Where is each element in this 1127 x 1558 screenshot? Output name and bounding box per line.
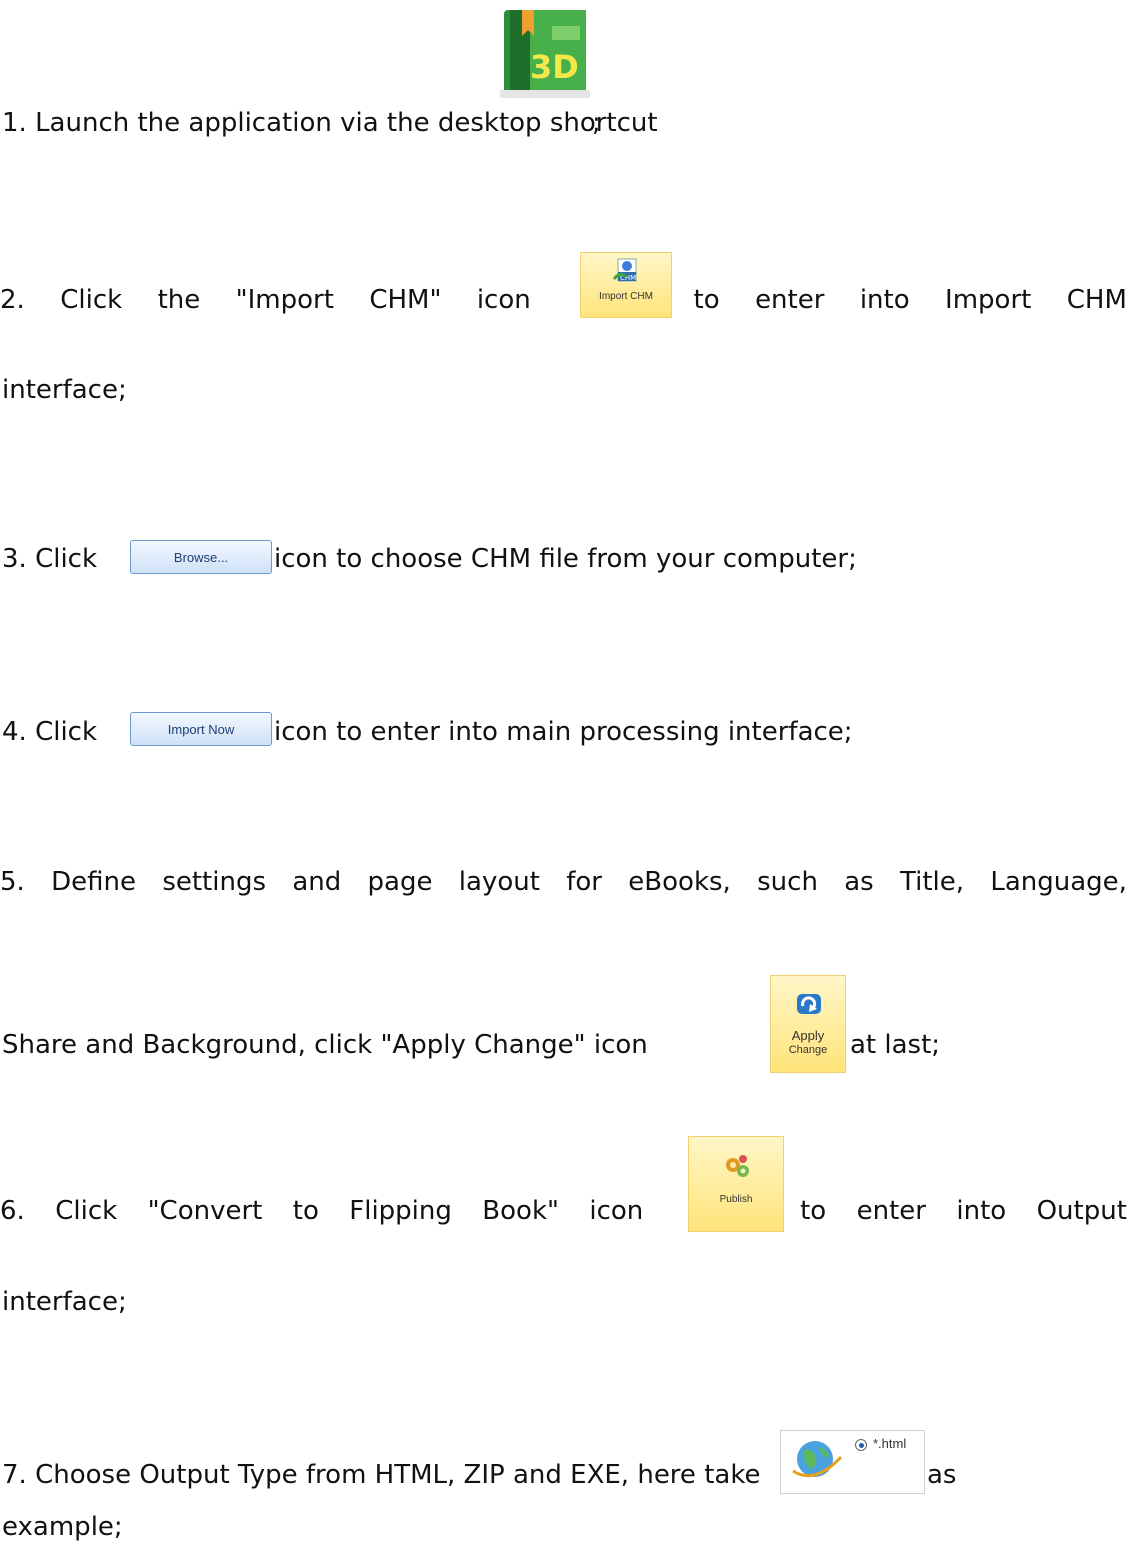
s2-w10: Import (945, 285, 1032, 315)
s6-w2: "Convert (147, 1196, 263, 1226)
change-label: Change (788, 1044, 828, 1056)
s6-w10: into (956, 1196, 1007, 1226)
radio-dot (858, 1442, 864, 1448)
s5-w9: as (844, 867, 874, 897)
step-1-text: 1. Launch the application via the deskto… (2, 108, 658, 138)
s2-w2: the (157, 285, 201, 315)
browse-label: Browse... (173, 549, 229, 565)
import-chm-label: Import CHM (599, 291, 653, 302)
s6-w0: 6. (0, 1196, 25, 1226)
browse-button[interactable]: Browse... (130, 540, 272, 574)
step-6-line-1: 6. Click "Convert to Flipping Book" icon… (0, 1194, 1127, 1228)
step-2-line-1: 2. Click the "Import CHM" icon to enter … (0, 283, 1127, 317)
s5-w6: for (566, 867, 602, 897)
import-chm-button[interactable]: CHM Import CHM (580, 252, 672, 318)
s6-w4: Flipping (349, 1196, 452, 1226)
step-5-line-2: Share and Background, click "Apply Chang… (2, 1028, 648, 1062)
s2-w5: icon (476, 285, 531, 315)
s2-w8: enter (755, 285, 825, 315)
s5-before: Share and Background, click "Apply Chang… (2, 1030, 648, 1060)
step-7-line-2: example; (2, 1510, 123, 1544)
s5-w2: settings (162, 867, 266, 897)
globe-icon (792, 1441, 843, 1478)
import-now-button[interactable]: Import Now (130, 712, 272, 746)
s2-w1: Click (60, 285, 123, 315)
s5-after: at last; (850, 1030, 941, 1060)
s6-w9: enter (856, 1196, 926, 1226)
import-chm-icon: CHM (612, 258, 637, 282)
s5-w4: page (367, 867, 433, 897)
s5-w11: Language, (990, 867, 1127, 897)
s2-w9: into (859, 285, 910, 315)
s7-after: as (927, 1460, 957, 1490)
step-4: 4. Click (2, 715, 97, 749)
s6-w8: to (800, 1196, 827, 1226)
step-1-semicolon: ; (592, 108, 601, 138)
html-option-label: *.html (873, 1436, 907, 1451)
s3-after: icon to choose CHM file from your comput… (274, 544, 857, 574)
s6-w1: Click (55, 1196, 118, 1226)
step-7: 7. Choose Output Type from HTML, ZIP and… (2, 1458, 760, 1492)
s2-w3: "Import (235, 285, 334, 315)
refresh-icon (797, 994, 821, 1014)
3d-app-icon[interactable]: 3D (500, 8, 590, 100)
s3-before: 3. Click (2, 544, 98, 574)
step-3-end: icon to choose CHM file from your comput… (274, 542, 857, 576)
step-4-end: icon to enter into main processing inter… (274, 715, 853, 749)
step-6-line-2: interface; (2, 1285, 127, 1319)
s5-w1: Define (51, 867, 136, 897)
s5-w7: eBooks, (628, 867, 731, 897)
s4-before: 4. Click (2, 717, 98, 747)
html-output-option[interactable]: *.html (780, 1430, 925, 1494)
s2-line2: interface; (2, 375, 127, 405)
apply-change-button[interactable]: Apply Change (770, 975, 846, 1073)
s5-w0: 5. (0, 867, 25, 897)
step-2-line-2: interface; (2, 373, 127, 407)
s5-w3: and (292, 867, 342, 897)
step-1-end: ; (592, 106, 601, 140)
s6-w5: Book" (482, 1196, 559, 1226)
s2-w11: CHM (1066, 285, 1127, 315)
gears-icon (726, 1155, 749, 1177)
s5-w10: Title, (900, 867, 965, 897)
s2-w0: 2. (0, 285, 25, 315)
s2-w4: CHM" (369, 285, 442, 315)
publish-label: Publish (719, 1194, 753, 1205)
apply-label: Apply (791, 1028, 825, 1043)
import-now-label: Import Now (167, 721, 235, 737)
step-5-line-1: 5. Define settings and page layout for e… (0, 865, 1127, 899)
step-1: 1. Launch the application via the deskto… (2, 106, 658, 140)
s5-w5: layout (458, 867, 540, 897)
s4-after: icon to enter into main processing inter… (274, 717, 853, 747)
3d-icon-text: 3D (530, 48, 579, 86)
step-7-end: as (927, 1458, 956, 1492)
radio-button[interactable] (855, 1439, 867, 1451)
publish-button[interactable]: Publish (688, 1136, 784, 1232)
s6-w3: to (292, 1196, 319, 1226)
s7-before: 7. Choose Output Type from HTML, ZIP and… (2, 1460, 761, 1490)
s7-line2: example; (2, 1512, 123, 1542)
s2-w7: to (693, 285, 720, 315)
s6-w11: Output (1036, 1196, 1127, 1226)
s6-line2: interface; (2, 1287, 127, 1317)
s5-w8: such (757, 867, 818, 897)
s6-w6: icon (589, 1196, 644, 1226)
step-5-end: at last; (850, 1028, 940, 1062)
step-3: 3. Click (2, 542, 97, 576)
